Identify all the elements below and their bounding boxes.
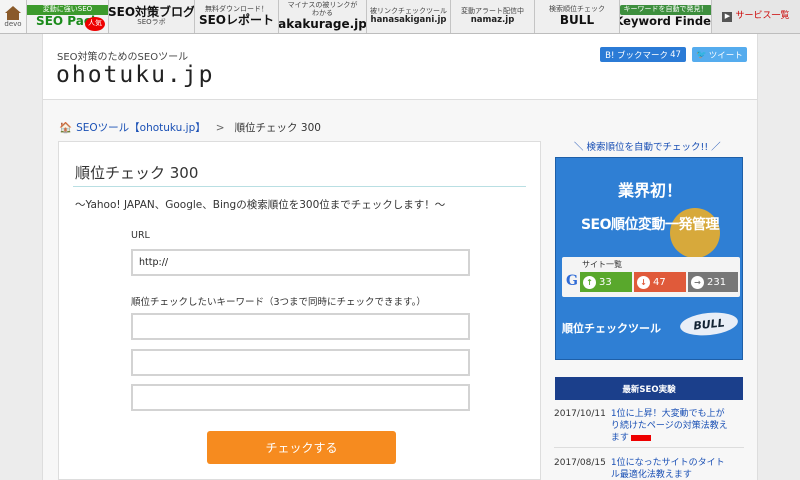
banner-headline: 業界初！ <box>617 181 682 200</box>
title-divider <box>73 186 526 187</box>
keyword-input-1[interactable] <box>131 313 470 340</box>
bookmark-count: 47 <box>670 49 681 60</box>
seo-report-link[interactable]: 無料ダウンロード！ SEOレポート <box>195 0 279 33</box>
site-tagline: SEO対策のためのSEOツール <box>57 52 189 63</box>
hatena-bookmark-button[interactable]: B! ブックマーク 47 <box>600 47 686 62</box>
url-input[interactable] <box>131 249 470 276</box>
banner-tool-label: 順位チェックツール <box>562 322 661 335</box>
breadcrumb-separator: > <box>215 121 225 134</box>
news-link[interactable]: 1位に上昇！大変動でも上がり続けたページの対策法教えます <box>611 408 733 444</box>
news-date: 2017/10/11 <box>554 409 606 419</box>
news-item: 2017/10/11 1位に上昇！大変動でも上がり続けたページの対策法教えます <box>554 408 733 444</box>
check-button[interactable]: チェックする <box>207 431 396 464</box>
site-logo[interactable]: ohotuku.jp <box>56 62 214 88</box>
auto-rank-check-link[interactable]: ＼ 検索順位を自動でチェック!! ／ <box>574 139 721 153</box>
arrow-up-icon: ↑ <box>583 275 596 289</box>
page-description: 〜Yahoo! JAPAN、Google、Bingの検索順位を300位までチェッ… <box>75 199 446 211</box>
service-topbar: devo 変動に強いSEO SEO Pack 人気 SEO対策ブログ SEOラボ… <box>0 0 800 34</box>
news-link[interactable]: 1位になったサイトのタイトル最適化法教えます <box>611 457 733 480</box>
keyword-label: 順位チェックしたいキーワード（3つまで同時にチェックできます。） <box>131 297 426 308</box>
news-date: 2017/08/15 <box>554 458 606 468</box>
twitter-icon: 🐦 <box>696 49 707 60</box>
google-icon: G <box>566 273 578 289</box>
keyword-input-2[interactable] <box>131 349 470 376</box>
seo-blog-link[interactable]: SEO対策ブログ SEOラボ <box>109 0 195 33</box>
home-icon <box>5 6 21 14</box>
breadcrumb-home-link[interactable]: SEOツール【ohotuku.jp】 <box>76 120 206 135</box>
news-divider <box>554 447 744 448</box>
play-icon: ▶ <box>722 11 733 22</box>
bull-logo: BULL <box>679 310 739 338</box>
tweet-button[interactable]: 🐦 ツイート <box>692 47 747 62</box>
news-heading: 最新SEO実験 <box>555 377 743 400</box>
breadcrumb: 🏠 SEOツール【ohotuku.jp】 > 順位チェック 300 <box>59 120 321 135</box>
news-item: 2017/08/15 1位になったサイトのタイトル最適化法教えます <box>554 457 733 480</box>
rank-same-stat: → 231 <box>688 272 738 292</box>
hanasakigani-link[interactable]: 被リンクチェックツール hanasakigani.jp <box>367 0 451 33</box>
breadcrumb-current: 順位チェック 300 <box>234 122 321 134</box>
banner-subline: SEO順位変動一発管理 <box>580 217 720 233</box>
service-list-link[interactable]: ▶ サービス一覧 <box>712 0 800 33</box>
seopack-link[interactable]: 変動に強いSEO SEO Pack 人気 <box>27 0 109 33</box>
rank-up-stat: ↑ 33 <box>580 272 632 292</box>
keyword-finder-link[interactable]: キーワードを自動で発見！ Keyword Finder <box>620 0 712 33</box>
site-header: SEO対策のためのSEOツール ohotuku.jp B! ブックマーク 47 … <box>43 34 757 100</box>
popular-badge: 人気 <box>85 17 105 31</box>
page-container: SEO対策のためのSEOツール ohotuku.jp B! ブックマーク 47 … <box>42 34 758 480</box>
banner-site-panel: サイト一覧 G ↑ 33 ↓ 47 → 231 <box>562 257 740 297</box>
url-label: URL <box>131 230 150 241</box>
keyword-input-3[interactable] <box>131 384 470 411</box>
bull-link[interactable]: 検索順位チェック BULL <box>535 0 620 33</box>
new-badge <box>630 434 651 441</box>
devo-home-link[interactable]: devo <box>0 0 27 33</box>
akakurage-link[interactable]: マイナスの被リンクが わかる akakurage.jp <box>279 0 367 33</box>
namaz-link[interactable]: 変動アラート配信中 namaz.jp <box>451 0 535 33</box>
page-title: 順位チェック 300 <box>75 164 199 182</box>
arrow-right-icon: → <box>691 275 704 289</box>
bull-promo-banner[interactable]: 業界初！ SEO順位変動一発管理 サイト一覧 G ↑ 33 ↓ 47 → 231… <box>555 157 743 360</box>
rank-check-form-card: 順位チェック 300 〜Yahoo! JAPAN、Google、Bingの検索順… <box>58 141 541 480</box>
arrow-down-icon: ↓ <box>637 275 650 289</box>
home-icon: 🏠 <box>59 122 73 134</box>
rank-down-stat: ↓ 47 <box>634 272 686 292</box>
